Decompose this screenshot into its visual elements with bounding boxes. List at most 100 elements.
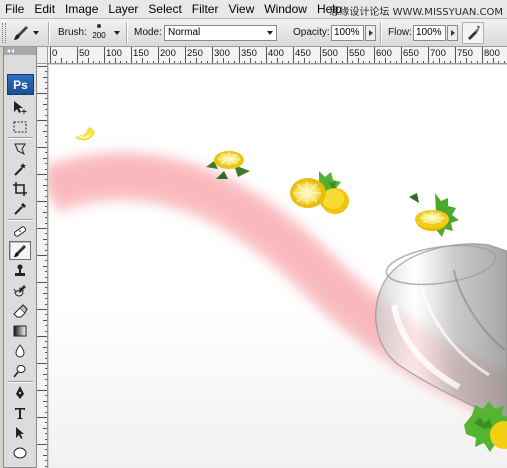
horizontal-ruler[interactable]: 0 50 100 150 200 250 300 350 400 450 500 550 600 650 7…	[48, 47, 507, 64]
mode-select[interactable]: Normal	[164, 25, 277, 41]
ruler-tick	[104, 47, 105, 63]
ruler-tick	[125, 61, 127, 63]
ruler-tick	[93, 61, 95, 63]
ruler-tick	[449, 61, 451, 63]
ruler-tick	[45, 341, 47, 343]
lemon-halves-with-mint	[290, 171, 349, 214]
ruler-tick	[131, 47, 132, 63]
ruler-tick	[233, 61, 235, 63]
photoshop-logo[interactable]: Ps	[7, 74, 34, 95]
healing-brush-tool-icon[interactable]	[9, 221, 31, 240]
ruler-tick	[141, 58, 143, 63]
menu-file[interactable]: File	[0, 0, 29, 19]
ruler-tick	[43, 265, 47, 267]
ruler-tick	[45, 352, 47, 354]
ruler-tick	[43, 454, 47, 456]
toolbox-header[interactable]	[4, 47, 36, 55]
ruler-tick	[455, 47, 456, 63]
ruler-tick	[37, 147, 47, 148]
blur-tool-icon[interactable]	[9, 341, 31, 360]
ruler-tick	[45, 271, 47, 273]
ruler-tick	[43, 292, 47, 294]
lasso-tool-icon[interactable]	[9, 139, 31, 158]
brush-tool-icon[interactable]	[9, 241, 31, 260]
dodge-tool-icon[interactable]	[9, 361, 31, 380]
ruler-tick	[120, 61, 122, 63]
ruler-tick	[45, 325, 47, 327]
flow-input[interactable]: 100%	[413, 25, 446, 41]
ruler-tick	[45, 249, 47, 251]
menu-window[interactable]: Window	[259, 0, 312, 19]
watermark-text: 思缘设计论坛 WWW.MISSYUAN.COM	[329, 7, 503, 18]
opacity-input[interactable]: 100%	[331, 25, 364, 41]
ruler-tick	[195, 58, 197, 63]
type-tool-icon[interactable]	[9, 403, 31, 422]
opacity-slider-button[interactable]	[365, 25, 376, 41]
eyedropper-tool-icon[interactable]	[9, 199, 31, 218]
ruler-tick	[185, 47, 186, 63]
ruler-label: 0	[52, 48, 58, 59]
history-brush-tool-icon[interactable]	[9, 281, 31, 300]
ruler-tick	[293, 47, 294, 63]
ruler-tick	[45, 438, 47, 440]
vertical-ruler[interactable]	[37, 64, 48, 468]
menu-select[interactable]: Select	[143, 0, 186, 19]
ruler-tick	[190, 61, 192, 63]
brush-preset-picker[interactable]: 200	[88, 22, 110, 44]
ruler-tick	[298, 61, 300, 63]
ruler-tick	[309, 61, 311, 63]
clone-stamp-tool-icon[interactable]	[9, 261, 31, 280]
ruler-tick	[357, 58, 359, 63]
move-tool-icon[interactable]	[9, 97, 31, 116]
ruler-tick	[45, 298, 47, 300]
ruler-tick	[37, 93, 47, 94]
document-canvas[interactable]	[49, 65, 507, 468]
ruler-tick	[503, 61, 505, 63]
menu-view[interactable]: View	[223, 0, 259, 19]
ruler-tick	[45, 168, 47, 170]
ruler-tick	[37, 309, 47, 310]
ruler-tick	[50, 47, 51, 63]
ruler-tick	[244, 61, 246, 63]
ruler-tick	[303, 58, 305, 63]
ruler-tick	[82, 61, 84, 63]
ruler-tick	[37, 201, 47, 202]
ruler-tick	[37, 363, 47, 364]
ruler-tick	[222, 58, 224, 63]
opacity-label: Opacity:	[293, 27, 330, 38]
ruler-origin[interactable]	[37, 47, 48, 64]
airbrush-toggle[interactable]	[462, 22, 484, 44]
ruler-tick	[314, 61, 316, 63]
menu-image[interactable]: Image	[60, 0, 103, 19]
marquee-tool-icon[interactable]	[9, 117, 31, 136]
lemon-wedge	[75, 127, 95, 141]
ruler-tick	[45, 465, 47, 467]
ruler-tick	[98, 61, 100, 63]
magic-wand-tool-icon[interactable]	[9, 159, 31, 178]
tool-preset-picker[interactable]	[12, 23, 42, 43]
brush-tip-preview	[97, 24, 101, 28]
chevron-down-icon[interactable]	[114, 31, 120, 35]
menu-layer[interactable]: Layer	[103, 0, 143, 19]
ruler-tick	[43, 319, 47, 321]
ruler-tick	[37, 390, 47, 391]
ruler-tick	[482, 47, 483, 63]
options-grip[interactable]	[2, 23, 6, 43]
separator	[48, 22, 49, 44]
menu-edit[interactable]: Edit	[29, 0, 60, 19]
ruler-tick	[45, 406, 47, 408]
brush-icon	[14, 26, 28, 40]
eraser-tool-icon[interactable]	[9, 301, 31, 320]
ruler-tick	[444, 61, 446, 63]
menu-filter[interactable]: Filter	[187, 0, 224, 19]
pen-tool-icon[interactable]	[9, 383, 31, 402]
shape-tool-icon[interactable]	[9, 443, 31, 462]
ruler-tick	[45, 217, 47, 219]
gradient-tool-icon[interactable]	[9, 321, 31, 340]
toolbox: Ps	[3, 47, 37, 468]
ruler-tick	[471, 61, 473, 63]
flow-slider-button[interactable]	[447, 25, 458, 41]
crop-tool-icon[interactable]	[9, 179, 31, 198]
path-selection-tool-icon[interactable]	[9, 423, 31, 442]
ruler-tick	[433, 61, 435, 63]
